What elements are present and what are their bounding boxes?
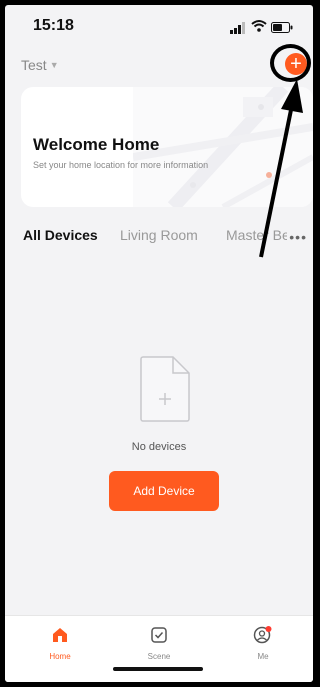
- phone-screen: 15:18 Test ▼ + Welcome Home Set your hom…: [5, 5, 313, 682]
- battery-icon: [271, 20, 293, 38]
- nav-me[interactable]: Me: [233, 626, 293, 661]
- home-icon: [53, 628, 67, 642]
- tab-master-bedroom[interactable]: Master Be: [226, 227, 290, 243]
- wifi-icon: [251, 19, 267, 37]
- scene-check-icon: [151, 627, 167, 643]
- home-indicator: [113, 667, 203, 671]
- signal-icon: [230, 21, 246, 39]
- plus-circle-icon: +: [290, 53, 302, 75]
- home-selector[interactable]: Test ▼: [21, 57, 59, 73]
- empty-document-icon: [140, 356, 190, 422]
- add-plus-button[interactable]: +: [285, 53, 307, 75]
- add-device-button[interactable]: Add Device: [109, 471, 219, 511]
- tab-living-room[interactable]: Living Room: [120, 227, 198, 243]
- nav-home-label: Home: [49, 652, 71, 661]
- status-bar: 15:18: [5, 5, 313, 45]
- caret-down-icon: ▼: [49, 60, 59, 70]
- room-tabs: All Devices Living Room Master Be: [23, 227, 313, 251]
- nav-me-label: Me: [257, 652, 269, 661]
- welcome-card[interactable]: Welcome Home Set your home location for …: [21, 87, 313, 207]
- empty-state-text: No devices: [131, 441, 187, 453]
- status-time: 15:18: [33, 17, 74, 34]
- tab-all-devices[interactable]: All Devices: [23, 227, 98, 243]
- map-illustration: [133, 87, 313, 207]
- profile-icon: [253, 626, 272, 644]
- welcome-subtitle: Set your home location for more informat…: [33, 160, 209, 170]
- nav-home[interactable]: Home: [30, 626, 90, 661]
- more-tabs-icon[interactable]: •••: [287, 229, 307, 245]
- bottom-tab-bar: Home Scene Me: [5, 615, 313, 682]
- home-name: Test: [21, 57, 47, 73]
- nav-scene[interactable]: Scene: [129, 626, 189, 661]
- welcome-title: Welcome Home: [33, 135, 160, 154]
- nav-scene-label: Scene: [147, 652, 171, 661]
